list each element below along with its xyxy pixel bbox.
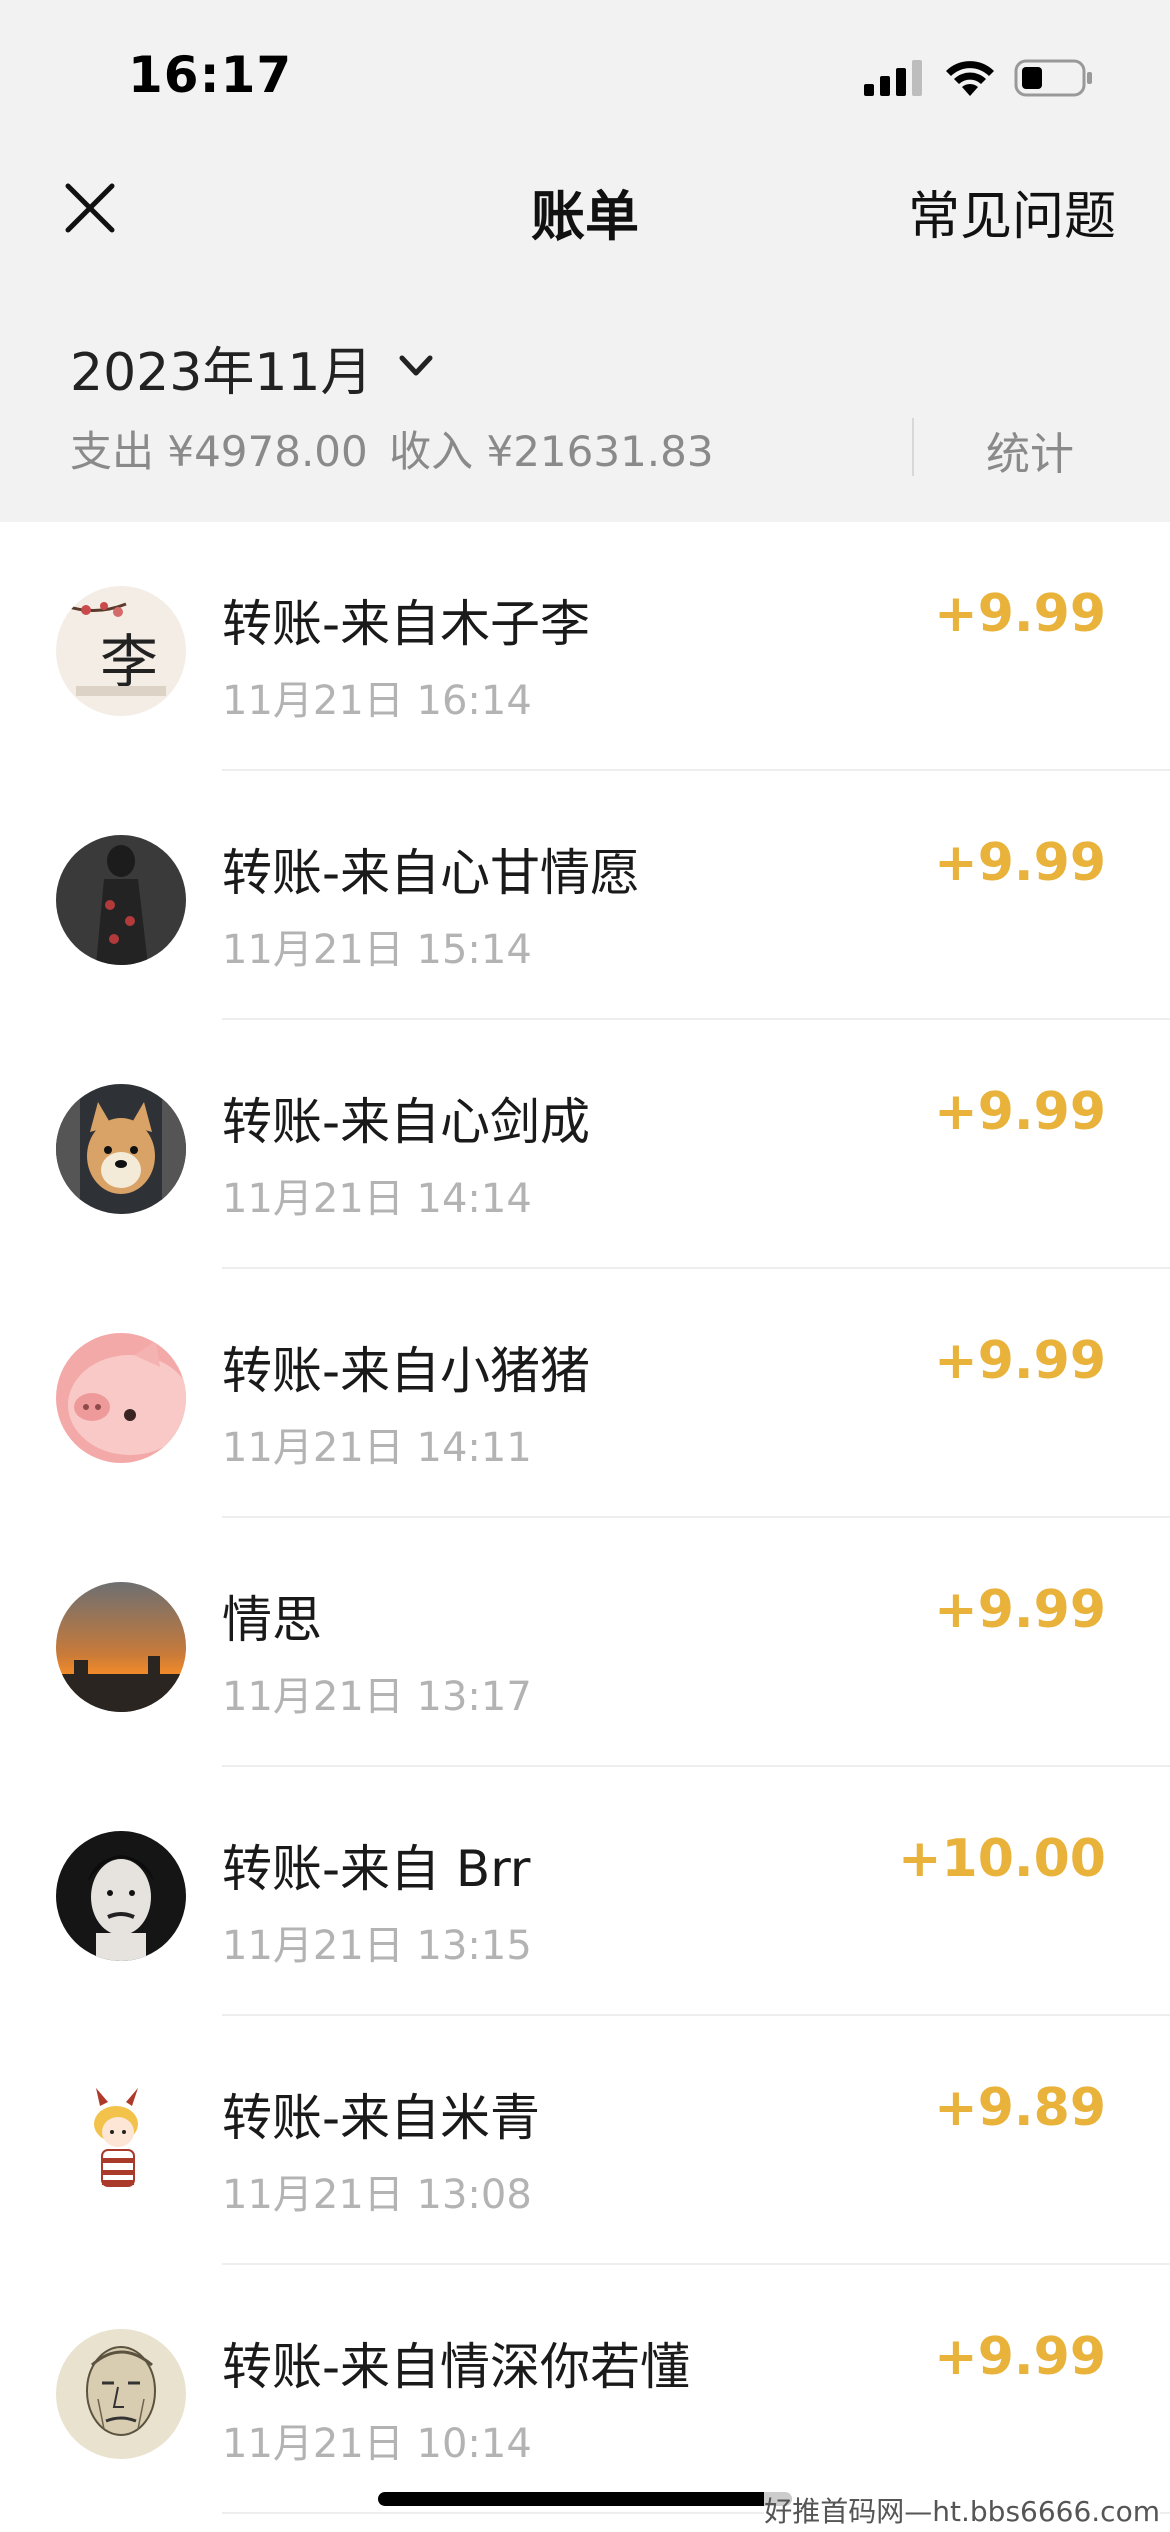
transaction-amount: +9.89 <box>934 2078 1106 2138</box>
transaction-list: 李 转账-来自木子李 11月21日 16:14 +9.99 转账-来自心甘情愿 … <box>0 522 1170 2514</box>
list-item[interactable]: 情思 11月21日 13:17 +9.99 <box>0 1518 1170 1767</box>
avatar <box>56 1582 186 1712</box>
transaction-title: 转账-来自 Brr <box>222 1840 531 1898</box>
divider <box>912 418 914 476</box>
watermark: 好推首码网—ht.bbs6666.com <box>764 2490 1160 2530</box>
totals: 支出 ¥4978.00 收入 ¥21631.83 <box>70 418 722 479</box>
month-label: 2023年11月 <box>70 343 373 403</box>
month-selector[interactable]: 2023年11月 <box>70 330 436 403</box>
transaction-time: 11月21日 14:14 <box>222 1176 532 1222</box>
list-item[interactable]: 转账-来自米青 11月21日 13:08 +9.89 <box>0 2016 1170 2265</box>
status-bar: 16:17 <box>0 0 1170 140</box>
transaction-time: 11月21日 13:08 <box>222 2172 532 2218</box>
transaction-amount: +9.99 <box>934 2327 1106 2387</box>
list-item[interactable]: 李 转账-来自木子李 11月21日 16:14 +9.99 <box>0 522 1170 771</box>
transaction-title: 转账-来自小猪猪 <box>222 1342 591 1400</box>
chevron-down-icon <box>399 355 433 376</box>
list-item[interactable]: 转账-来自情深你若懂 11月21日 10:14 +9.99 <box>0 2265 1170 2514</box>
faq-link[interactable]: 常见问题 <box>908 174 1116 249</box>
transaction-amount: +9.99 <box>934 833 1106 893</box>
wifi-icon <box>946 61 994 96</box>
month-summary: 2023年11月 支出 ¥4978.00 收入 ¥21631.83 统计 <box>0 278 1170 522</box>
transaction-title: 转账-来自心剑成 <box>222 1093 591 1151</box>
transaction-amount: +9.99 <box>934 584 1106 644</box>
transaction-time: 11月21日 16:14 <box>222 678 532 724</box>
transaction-title: 转账-来自情深你若懂 <box>222 2338 691 2396</box>
transaction-time: 11月21日 10:14 <box>222 2421 532 2467</box>
home-indicator[interactable] <box>378 2492 792 2506</box>
list-item[interactable]: 转账-来自小猪猪 11月21日 14:11 +9.99 <box>0 1269 1170 1518</box>
avatar <box>56 2329 186 2459</box>
transaction-title: 情思 <box>222 1591 322 1649</box>
status-time: 16:17 <box>128 46 293 104</box>
avatar <box>56 1084 186 1214</box>
avatar: 李 <box>56 586 186 716</box>
stats-button[interactable]: 统计 <box>986 418 1074 482</box>
list-item[interactable]: 转账-来自心甘情愿 11月21日 15:14 +9.99 <box>0 771 1170 1020</box>
battery-icon <box>1014 59 1092 97</box>
transaction-time: 11月21日 14:11 <box>222 1425 532 1471</box>
transaction-title: 转账-来自心甘情愿 <box>222 844 641 902</box>
signal-icon <box>864 60 922 96</box>
expense-total: 支出 ¥4978.00 <box>70 427 368 476</box>
transaction-title: 转账-来自木子李 <box>222 595 591 653</box>
transaction-amount: +10.00 <box>897 1829 1106 1889</box>
avatar <box>56 1831 186 1961</box>
transaction-time: 11月21日 13:15 <box>222 1923 532 1969</box>
income-total: 收入 ¥21631.83 <box>389 427 714 476</box>
list-item[interactable]: 转账-来自 Brr 11月21日 13:15 +10.00 <box>0 1767 1170 2016</box>
avatar <box>56 835 186 965</box>
nav-bar: 账单 常见问题 <box>0 140 1170 278</box>
transaction-title: 转账-来自米青 <box>222 2089 541 2147</box>
transaction-amount: +9.99 <box>934 1331 1106 1391</box>
transaction-amount: +9.99 <box>934 1580 1106 1640</box>
transaction-time: 11月21日 13:17 <box>222 1674 532 1720</box>
list-item[interactable]: 转账-来自心剑成 11月21日 14:14 +9.99 <box>0 1020 1170 1269</box>
avatar <box>56 1333 186 1463</box>
avatar <box>56 2080 186 2210</box>
transaction-amount: +9.99 <box>934 1082 1106 1142</box>
transaction-time: 11月21日 15:14 <box>222 927 532 973</box>
svg-text:李: 李 <box>100 628 158 696</box>
